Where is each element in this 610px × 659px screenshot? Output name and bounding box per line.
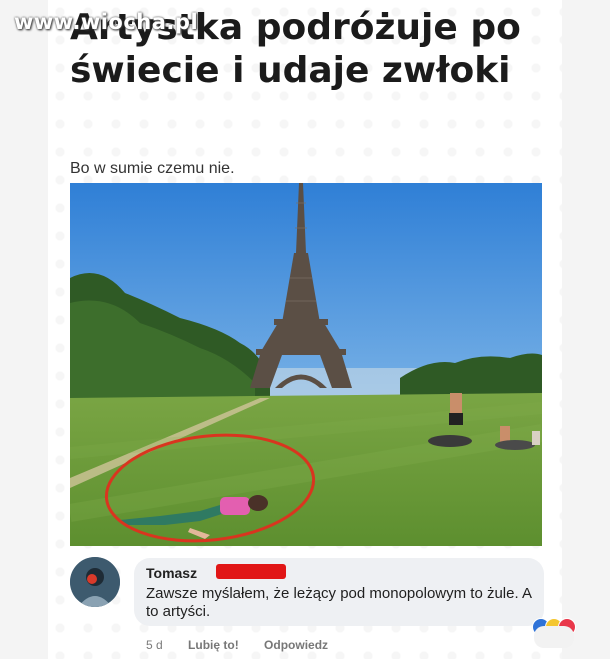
reply-link[interactable]: Odpowiedz: [264, 638, 328, 652]
redaction-bar: [216, 564, 286, 579]
comment: Tomasz Zawsze myślałem, że leżący pod mo…: [70, 552, 576, 652]
comment-text: Zawsze myślałem, że leżący pod monopolow…: [146, 585, 532, 620]
like-link[interactable]: Lubię to!: [188, 638, 239, 652]
post-subtitle: Bo w sumie czemu nie.: [70, 160, 235, 177]
comment-actions: 5 d Lubię to! Odpowiedz: [146, 638, 350, 652]
watermark: www.wiocha.pl: [14, 10, 199, 34]
comment-author[interactable]: Tomasz: [146, 565, 197, 581]
avatar[interactable]: [70, 557, 120, 607]
photo-eiffel-tower-scene: [70, 183, 542, 546]
empty-pill: [534, 626, 574, 648]
avatar-icon: [70, 557, 120, 607]
comment-time: 5 d: [146, 638, 163, 652]
post-photo[interactable]: [70, 183, 542, 546]
comment-bubble: Tomasz Zawsze myślałem, że leżący pod mo…: [134, 558, 576, 636]
